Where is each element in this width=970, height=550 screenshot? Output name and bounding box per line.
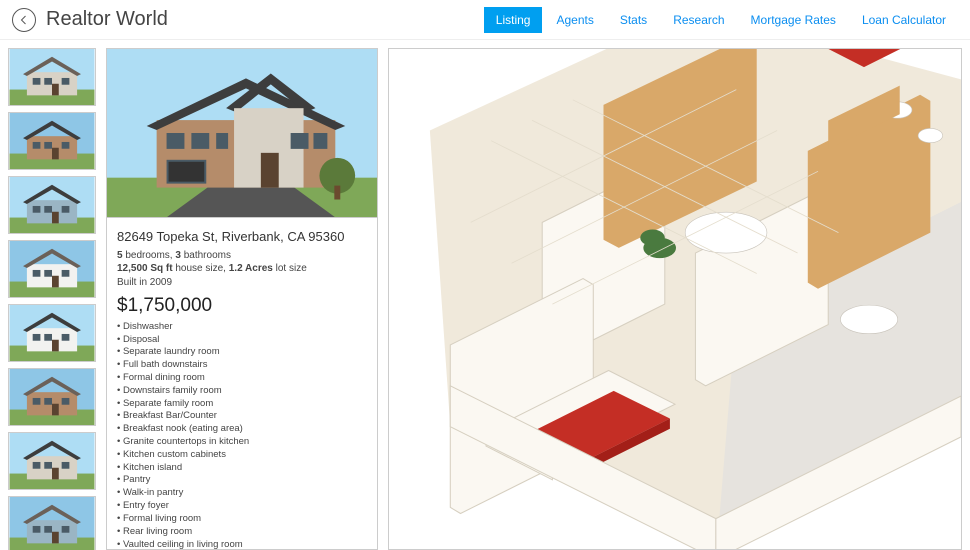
feature-item: Disposal xyxy=(117,334,367,347)
listing-thumbnail[interactable] xyxy=(8,432,96,490)
listing-thumbnail[interactable] xyxy=(8,48,96,106)
feature-item: Breakfast nook (eating area) xyxy=(117,423,367,436)
listing-thumbnail[interactable] xyxy=(8,176,96,234)
lot-size: 1.2 Acres xyxy=(229,263,273,274)
listing-detail-card: 82649 Topeka St, Riverbank, CA 95360 5 b… xyxy=(106,218,378,550)
listing-hero-image[interactable] xyxy=(106,48,378,218)
bedroom-count: 5 xyxy=(117,250,123,261)
bathroom-count: 3 xyxy=(175,250,181,261)
nav-tabs: ListingAgentsStatsResearchMortgage Rates… xyxy=(484,7,958,33)
feature-item: Kitchen island xyxy=(117,462,367,475)
listing-thumbnail[interactable] xyxy=(8,112,96,170)
floorplan-view[interactable] xyxy=(388,48,962,550)
house-size: 12,500 Sq ft xyxy=(117,263,173,274)
nav-tab-listing[interactable]: Listing xyxy=(484,7,543,33)
listing-thumbnail[interactable] xyxy=(8,240,96,298)
nav-tab-agents[interactable]: Agents xyxy=(544,7,605,33)
top-bar: Realtor World ListingAgentsStatsResearch… xyxy=(0,0,970,40)
feature-item: Breakfast Bar/Counter xyxy=(117,410,367,423)
feature-item: Formal dining room xyxy=(117,372,367,385)
nav-tab-loan-calculator[interactable]: Loan Calculator xyxy=(850,7,958,33)
listing-thumbnail[interactable] xyxy=(8,496,96,550)
listing-bed-bath: 5 bedrooms, 3 bathrooms xyxy=(117,249,367,263)
feature-item: Dishwasher xyxy=(117,321,367,334)
listing-thumbnail[interactable] xyxy=(8,368,96,426)
listing-size: 12,500 Sq ft house size, 1.2 Acres lot s… xyxy=(117,262,367,276)
feature-item: Vaulted ceiling in living room xyxy=(117,539,367,550)
feature-item: Pantry xyxy=(117,474,367,487)
feature-item: Entry foyer xyxy=(117,500,367,513)
back-button[interactable] xyxy=(12,8,36,32)
feature-item: Walk-in pantry xyxy=(117,487,367,500)
feature-item: Downstairs family room xyxy=(117,385,367,398)
nav-tab-research[interactable]: Research xyxy=(661,7,736,33)
feature-item: Formal living room xyxy=(117,513,367,526)
listing-detail-column: 82649 Topeka St, Riverbank, CA 95360 5 b… xyxy=(106,48,378,550)
feature-list: DishwasherDisposalSeparate laundry roomF… xyxy=(117,321,367,550)
content-area: 82649 Topeka St, Riverbank, CA 95360 5 b… xyxy=(0,40,970,550)
feature-item: Separate family room xyxy=(117,398,367,411)
listing-thumbnail[interactable] xyxy=(8,304,96,362)
feature-item: Granite countertops in kitchen xyxy=(117,436,367,449)
feature-item: Full bath downstairs xyxy=(117,359,367,372)
app-title: Realtor World xyxy=(46,8,168,31)
thumbnail-column xyxy=(8,48,96,550)
feature-item: Rear living room xyxy=(117,526,367,539)
feature-item: Separate laundry room xyxy=(117,346,367,359)
listing-address: 82649 Topeka St, Riverbank, CA 95360 xyxy=(117,228,367,246)
listing-built: Built in 2009 xyxy=(117,276,367,290)
listing-price: $1,750,000 xyxy=(117,293,367,319)
arrow-left-icon xyxy=(18,14,30,26)
feature-item: Kitchen custom cabinets xyxy=(117,449,367,462)
nav-tab-mortgage-rates[interactable]: Mortgage Rates xyxy=(739,7,848,33)
nav-tab-stats[interactable]: Stats xyxy=(608,7,659,33)
